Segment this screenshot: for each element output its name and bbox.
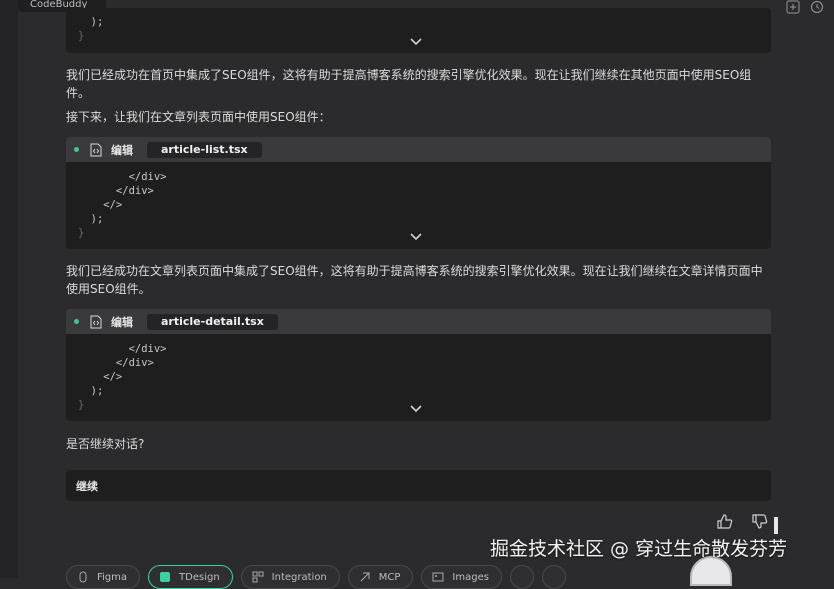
chip-tdesign[interactable]: TDesign [148, 565, 233, 589]
status-dot [74, 319, 79, 324]
code-block: 编辑 article-list.tsx </div> </div> </> );… [66, 137, 771, 249]
code-line: </div> [78, 357, 154, 369]
watermark: 掘金技术社区 @ 穿过生命散发芬芳 [490, 538, 788, 560]
integration-icon [252, 571, 264, 583]
thumbs-down-icon[interactable] [751, 513, 768, 530]
left-sidebar-strip [0, 0, 18, 578]
text-cursor [774, 517, 778, 534]
expand-chevron-icon[interactable] [409, 37, 423, 47]
send-button[interactable] [541, 565, 566, 589]
figma-icon [79, 571, 87, 583]
continue-button[interactable]: 继续 [66, 470, 771, 501]
bottom-chip-bar: Figma TDesign Integration MCP Images [66, 565, 566, 589]
code-line: ); [78, 385, 104, 397]
code-block-top: ); } [66, 8, 771, 53]
code-line: ); [78, 213, 104, 225]
mcp-icon [360, 572, 370, 582]
chip-mcp[interactable]: MCP [347, 565, 414, 589]
file-name-chip[interactable]: article-detail.tsx [147, 313, 278, 330]
code-block-header: 编辑 article-detail.tsx [66, 309, 771, 334]
chip-figma[interactable]: Figma [66, 565, 141, 589]
continue-question: 是否继续对话? [66, 437, 145, 451]
chip-label: Integration [271, 571, 327, 583]
top-toolbar [786, 0, 824, 14]
chip-label: TDesign [179, 571, 220, 583]
chip-label: MCP [378, 571, 401, 583]
code-line: </div> [78, 185, 154, 197]
chip-integration[interactable]: Integration [240, 565, 340, 589]
code-line: ); [78, 16, 104, 28]
file-code-icon [90, 143, 102, 156]
image-icon [432, 572, 444, 582]
assistant-message: 我们已经成功在文章列表页面中集成了SEO组件，这将有助于提高博客系统的搜索引擎优… [66, 264, 763, 296]
file-code-icon [90, 315, 102, 328]
status-dot [74, 147, 79, 152]
code-line: </div> [78, 343, 167, 355]
continue-label: 继续 [76, 479, 98, 493]
assistant-message: 接下来，让我们在文章列表页面中使用SEO组件： [66, 110, 331, 124]
code-line: </> [78, 371, 123, 383]
edit-label: 编辑 [111, 143, 133, 157]
at-mention-button[interactable] [509, 565, 534, 589]
history-icon[interactable] [810, 0, 824, 14]
code-block-header: 编辑 article-list.tsx [66, 137, 771, 162]
expand-chevron-icon[interactable] [409, 404, 423, 414]
thumbs-up-icon[interactable] [716, 513, 733, 530]
chip-label: Figma [97, 571, 128, 583]
expand-chevron-icon[interactable] [409, 232, 423, 242]
tdesign-icon [160, 572, 171, 582]
chip-images[interactable]: Images [421, 565, 502, 589]
code-line: </div> [78, 171, 167, 183]
chip-label: Images [452, 571, 489, 583]
new-chat-icon[interactable] [786, 0, 800, 14]
code-line: </> [78, 199, 123, 211]
edit-label: 编辑 [111, 315, 133, 329]
file-name-chip[interactable]: article-list.tsx [147, 141, 262, 158]
code-block: 编辑 article-detail.tsx </div> </div> </> … [66, 309, 771, 421]
assistant-message: 我们已经成功在首页中集成了SEO组件，这将有助于提高博客系统的搜索引擎优化效果。… [66, 68, 752, 100]
